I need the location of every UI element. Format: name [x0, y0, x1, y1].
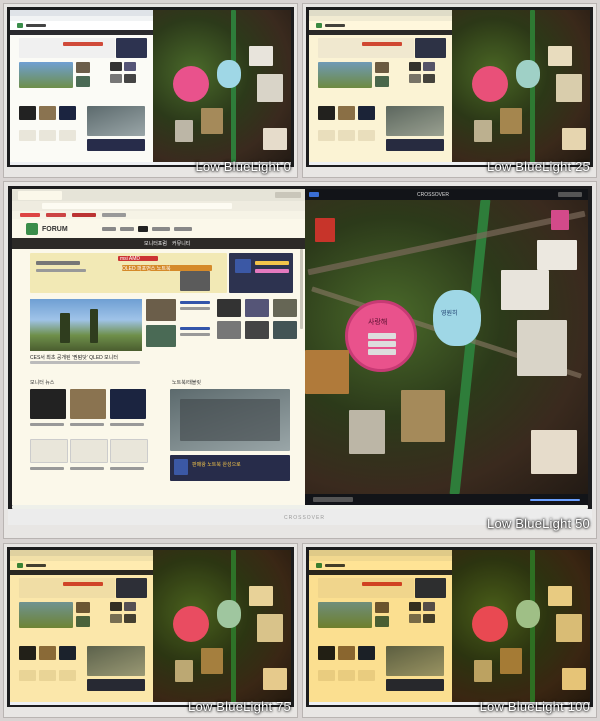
header-link[interactable] [102, 227, 116, 231]
banner-headline: OLED 퍼포먼스 노트북 [122, 266, 171, 272]
cream-lock [531, 430, 577, 474]
product-tile[interactable] [70, 439, 108, 463]
viewer-controls[interactable] [313, 497, 353, 502]
browser-tab-bar [12, 189, 305, 201]
viewer-menu-icon[interactable] [309, 192, 319, 197]
silver-lock [349, 410, 385, 454]
header-link[interactable] [152, 227, 170, 231]
promo-banner[interactable]: msi AMD OLED 퍼포먼스 노트북 [30, 253, 227, 293]
thumbnail[interactable] [217, 321, 241, 339]
site-nav: 모니터포럼 커뮤니티 [12, 238, 305, 249]
footer-promo-banner[interactable]: 판매왕 노트북 완성으로 [170, 455, 290, 481]
nav-item[interactable]: 커뮤니티 [172, 240, 190, 247]
panel-caption: Low BlueLight 100 [479, 699, 590, 714]
pink-lock: 사랑해 [345, 300, 417, 372]
panel-caption: Low BlueLight 50 [487, 516, 590, 531]
white-lock [537, 240, 577, 270]
viewer-title: CROSSOVER [417, 192, 449, 198]
header-link[interactable] [174, 227, 192, 231]
viewer-toolbar: CROSSOVER [305, 189, 588, 200]
header-link[interactable] [120, 227, 134, 231]
header-badge [138, 226, 148, 232]
monitor-screen [309, 550, 590, 704]
panel-caption: Low BlueLight 75 [188, 699, 291, 714]
product-tile[interactable] [30, 439, 68, 463]
bookmark-item[interactable] [102, 213, 126, 217]
monitor-panel-small: Low BlueLight 75 [3, 543, 298, 718]
red-lock [315, 218, 335, 242]
monitor-brand: CROSSOVER [284, 515, 325, 521]
viewer-bottom-bar [305, 494, 588, 505]
gold-lock [401, 390, 445, 442]
orange-lock [305, 350, 349, 394]
monitor-screen [10, 10, 291, 164]
monitor-screen [10, 550, 291, 704]
monitor-panel-small: Low BlueLight 100 [302, 543, 597, 718]
laptop-image [180, 271, 210, 291]
white-lock [501, 270, 549, 310]
site-header: FORUM [12, 220, 305, 238]
white-lock [517, 320, 567, 376]
panel-caption: Low BlueLight 25 [487, 159, 590, 174]
thumbnail[interactable] [146, 325, 176, 347]
cyan-lock: 영원히 [433, 290, 481, 346]
product-tile[interactable] [30, 389, 66, 419]
window-controls[interactable] [558, 192, 582, 197]
intel-logo [235, 259, 251, 273]
thumbnail[interactable] [146, 299, 176, 321]
section-title-left: 모니터 뉴스 [30, 380, 55, 386]
monitor-panel-small: Low BlueLight 25 [302, 3, 597, 178]
monitor-panel-small: Low BlueLight 0 [3, 3, 298, 178]
headline-caption[interactable]: CES서 최초 공개된 '퀀텀닷' QLED 모니터 [30, 354, 118, 361]
laptop-feature-image[interactable] [170, 389, 290, 451]
screen-tint-overlay [10, 10, 291, 164]
headline-image[interactable] [30, 299, 142, 351]
red-lock [551, 210, 569, 230]
screen-tint-overlay [309, 550, 590, 704]
nav-item[interactable]: 모니터포럼 [144, 240, 167, 247]
product-tile[interactable] [70, 389, 106, 419]
product-tile[interactable] [110, 439, 148, 463]
bookmark-item[interactable] [46, 213, 66, 217]
side-banner[interactable] [229, 253, 293, 293]
bookmark-item[interactable] [20, 213, 40, 217]
url-field[interactable] [42, 203, 232, 209]
scrollbar[interactable] [300, 249, 303, 329]
banner-title: msi AMD [120, 256, 140, 262]
site-logo-icon[interactable] [26, 223, 38, 235]
thumbnail[interactable] [273, 321, 297, 339]
love-locks-photo: 사랑해 영원히 [305, 200, 588, 494]
footer-banner-text: 판매왕 노트북 완성으로 [192, 462, 241, 468]
bookmark-item[interactable] [72, 213, 96, 217]
browser-window: FORUM 모니터포럼 커뮤니티 msi AMD OLED 퍼포먼스 노트북 C… [12, 189, 305, 505]
thumbnail[interactable] [245, 299, 269, 317]
window-controls[interactable] [275, 192, 301, 198]
product-tile[interactable] [110, 389, 146, 419]
screen-tint-overlay [309, 10, 590, 164]
photo-viewer: CROSSOVER 사랑해 영원히 [305, 189, 588, 505]
thumbnail[interactable] [217, 299, 241, 317]
panel-caption: Low BlueLight 0 [195, 159, 291, 174]
zoom-slider[interactable] [530, 499, 580, 501]
bookmarks-bar [12, 211, 305, 219]
site-logo[interactable]: FORUM [42, 226, 68, 233]
thumbnail[interactable] [273, 299, 297, 317]
pink-lock-text: 사랑해 [368, 319, 388, 326]
address-bar[interactable] [12, 201, 305, 211]
browser-tab[interactable] [18, 191, 62, 200]
cyan-lock-text: 영원히 [441, 311, 458, 317]
screen-tint-overlay [10, 550, 291, 704]
section-title-right: 노트북/태블릿 [172, 380, 201, 386]
monitor-screen: FORUM 모니터포럼 커뮤니티 msi AMD OLED 퍼포먼스 노트북 C… [12, 189, 588, 505]
monitor-screen [309, 10, 590, 164]
monitor-panel-large: FORUM 모니터포럼 커뮤니티 msi AMD OLED 퍼포먼스 노트북 C… [3, 181, 597, 539]
thumbnail[interactable] [245, 321, 269, 339]
